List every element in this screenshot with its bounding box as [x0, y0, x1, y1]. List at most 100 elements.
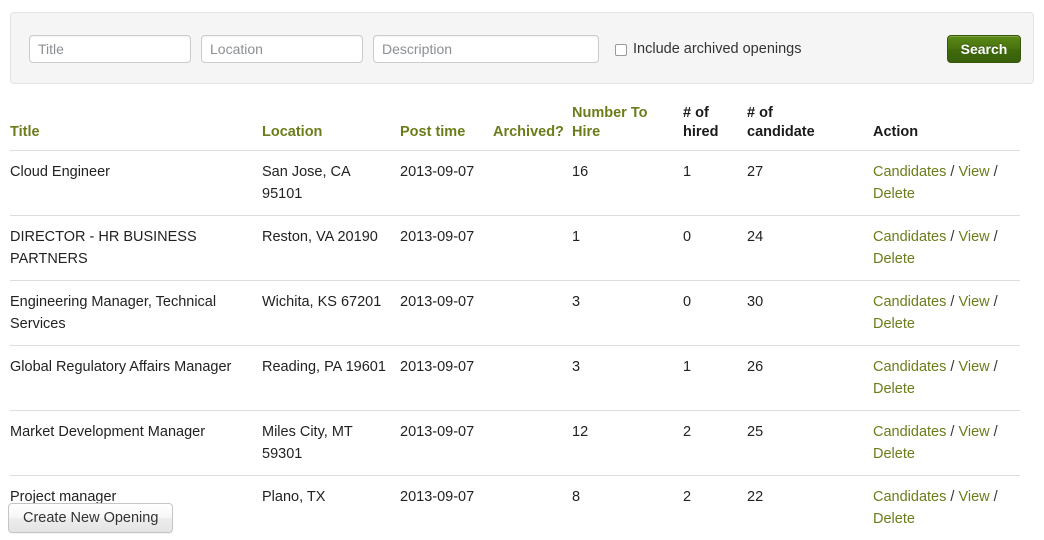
cell-post-time: 2013-09-07 — [400, 150, 493, 216]
cell-action: Candidates / View / Delete — [873, 150, 1020, 216]
column-header-num-candidate-line1: # of — [747, 105, 773, 121]
column-header-archived[interactable]: Archived? — [493, 104, 572, 151]
openings-page: Include archived openings Search Title L… — [0, 0, 1044, 540]
action-separator: / — [946, 424, 959, 440]
cell-action: Candidates / View / Delete — [873, 475, 1020, 540]
column-header-num-hired-line2: hired — [683, 124, 719, 140]
column-header-action-label: Action — [873, 124, 919, 140]
include-archived-checkbox-wrap[interactable]: Include archived openings — [615, 41, 801, 57]
view-link[interactable]: View — [958, 164, 989, 180]
candidates-link[interactable]: Candidates — [873, 164, 946, 180]
delete-link[interactable]: Delete — [873, 446, 915, 462]
cell-location: San Jose, CA 95101 — [262, 150, 400, 216]
cell-num-candidate: 24 — [747, 215, 873, 281]
column-header-post-time[interactable]: Post time — [400, 104, 493, 151]
search-fields-row: Include archived openings — [29, 13, 1021, 85]
column-header-num-hired-line1: # of — [683, 105, 709, 121]
cell-num-hired: 2 — [683, 410, 747, 476]
delete-link[interactable]: Delete — [873, 186, 915, 202]
cell-location: Reston, VA 20190 — [262, 215, 400, 281]
search-location-input[interactable] — [201, 35, 363, 63]
cell-archived — [493, 475, 572, 540]
cell-number-to-hire: 3 — [572, 280, 683, 346]
cell-num-candidate: 27 — [747, 150, 873, 216]
cell-number-to-hire: 3 — [572, 345, 683, 411]
cell-title: Global Regulatory Affairs Manager — [10, 345, 262, 411]
delete-link[interactable]: Delete — [873, 511, 915, 527]
include-archived-checkbox[interactable] — [615, 44, 627, 56]
candidates-link[interactable]: Candidates — [873, 489, 946, 505]
cell-number-to-hire: 12 — [572, 410, 683, 476]
column-header-title[interactable]: Title — [10, 104, 262, 151]
cell-num-hired: 0 — [683, 280, 747, 346]
cell-title: Market Development Manager — [10, 410, 262, 476]
view-link[interactable]: View — [958, 424, 989, 440]
column-header-num-hired: # of hired — [683, 104, 747, 151]
openings-table: Title Location Post time Archived? Numbe… — [10, 104, 1020, 540]
cell-location: Reading, PA 19601 — [262, 345, 400, 411]
candidates-link[interactable]: Candidates — [873, 294, 946, 310]
column-header-number-to-hire[interactable]: Number To Hire — [572, 104, 683, 151]
column-header-post-time-link[interactable]: Post time — [400, 124, 465, 140]
action-separator: / — [946, 164, 959, 180]
view-link[interactable]: View — [958, 489, 989, 505]
column-header-num-candidate: # of candidate — [747, 104, 873, 151]
cell-action: Candidates / View / Delete — [873, 215, 1020, 281]
action-separator: / — [989, 294, 998, 310]
column-header-location[interactable]: Location — [262, 104, 400, 151]
candidates-link[interactable]: Candidates — [873, 424, 946, 440]
action-separator: / — [989, 359, 998, 375]
cell-number-to-hire: 16 — [572, 150, 683, 216]
cell-action: Candidates / View / Delete — [873, 280, 1020, 346]
cell-post-time: 2013-09-07 — [400, 215, 493, 281]
delete-link[interactable]: Delete — [873, 251, 915, 267]
cell-post-time: 2013-09-07 — [400, 345, 493, 411]
cell-title: Cloud Engineer — [10, 150, 262, 216]
search-button[interactable]: Search — [947, 35, 1021, 63]
cell-num-candidate: 22 — [747, 475, 873, 540]
candidates-link[interactable]: Candidates — [873, 359, 946, 375]
column-header-archived-link[interactable]: Archived? — [493, 124, 564, 140]
table-header-row: Title Location Post time Archived? Numbe… — [10, 104, 1020, 151]
cell-location: Wichita, KS 67201 — [262, 280, 400, 346]
cell-number-to-hire: 8 — [572, 475, 683, 540]
cell-archived — [493, 410, 572, 476]
column-header-number-to-hire-line1[interactable]: Number To — [572, 105, 647, 121]
include-archived-label: Include archived openings — [633, 41, 802, 57]
column-header-number-to-hire-line2[interactable]: Hire — [572, 124, 600, 140]
cell-num-candidate: 26 — [747, 345, 873, 411]
create-new-opening-button[interactable]: Create New Opening — [8, 503, 174, 533]
search-description-input[interactable] — [373, 35, 599, 63]
action-separator: / — [946, 489, 959, 505]
cell-num-hired: 0 — [683, 215, 747, 281]
cell-action: Candidates / View / Delete — [873, 410, 1020, 476]
action-separator: / — [946, 359, 959, 375]
search-panel: Include archived openings Search — [10, 12, 1034, 84]
cell-location: Plano, TX — [262, 475, 400, 540]
cell-post-time: 2013-09-07 — [400, 280, 493, 346]
cell-num-candidate: 25 — [747, 410, 873, 476]
view-link[interactable]: View — [958, 359, 989, 375]
column-header-location-link[interactable]: Location — [262, 124, 322, 140]
delete-link[interactable]: Delete — [873, 381, 915, 397]
column-header-action: Action — [873, 104, 1020, 151]
column-header-title-link[interactable]: Title — [10, 124, 40, 140]
cell-num-candidate: 30 — [747, 280, 873, 346]
cell-number-to-hire: 1 — [572, 215, 683, 281]
action-separator: / — [989, 164, 998, 180]
search-title-input[interactable] — [29, 35, 191, 63]
delete-link[interactable]: Delete — [873, 316, 915, 332]
openings-table-head: Title Location Post time Archived? Numbe… — [10, 104, 1020, 151]
view-link[interactable]: View — [958, 294, 989, 310]
cell-post-time: 2013-09-07 — [400, 475, 493, 540]
action-separator: / — [989, 424, 998, 440]
table-row: Engineering Manager, Technical Services W… — [10, 280, 1020, 346]
table-row: Cloud Engineer San Jose, CA 95101 2013-09-… — [10, 150, 1020, 216]
candidates-link[interactable]: Candidates — [873, 229, 946, 245]
view-link[interactable]: View — [958, 229, 989, 245]
cell-archived — [493, 280, 572, 346]
cell-location: Miles City, MT 59301 — [262, 410, 400, 476]
cell-title: Engineering Manager, Technical Services — [10, 280, 262, 346]
cell-action: Candidates / View / Delete — [873, 345, 1020, 411]
action-separator: / — [989, 489, 998, 505]
